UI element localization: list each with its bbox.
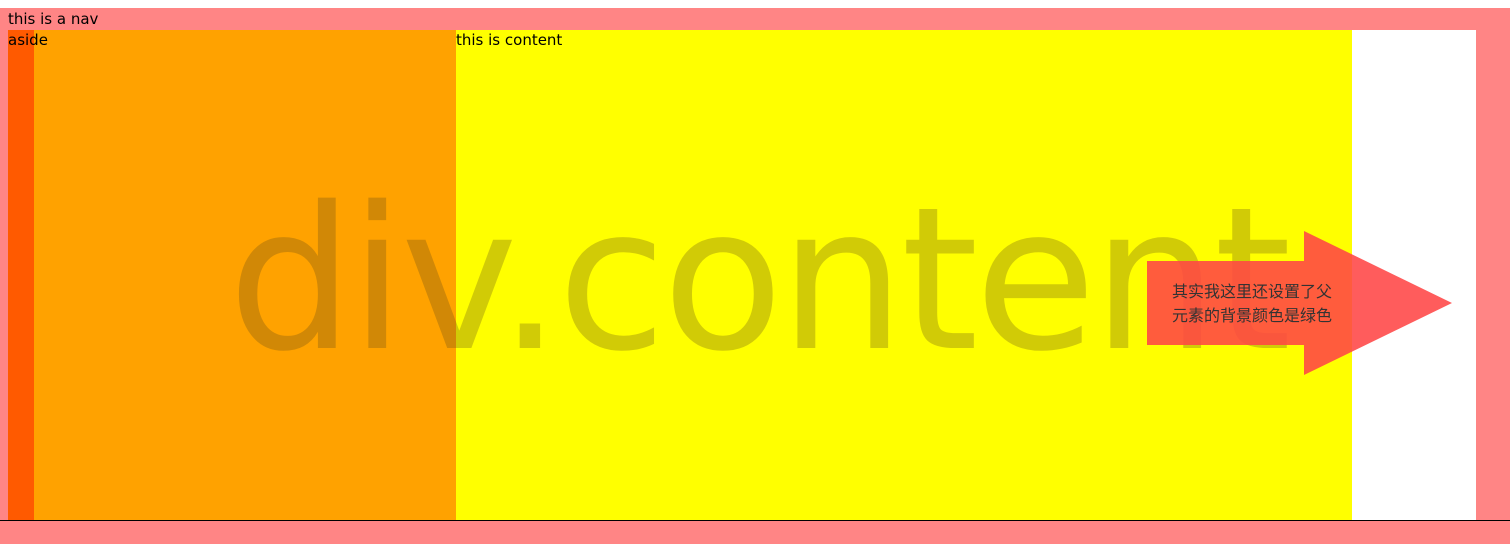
frame-right-border	[1476, 30, 1510, 520]
content-label: this is content	[456, 31, 563, 49]
aside-edge-strip	[8, 30, 34, 520]
aside-label: aside	[8, 31, 48, 49]
footer-divider	[0, 520, 1510, 521]
callout-line-1: 其实我这里还设置了父	[1172, 282, 1333, 301]
nav-label: this is a nav	[8, 10, 99, 28]
footer-bar	[0, 520, 1510, 544]
arrow-callout-text: 其实我这里还设置了父 元素的背景颜色是绿色	[1172, 280, 1372, 328]
nav-bar	[0, 8, 1510, 30]
aside-panel	[8, 30, 456, 520]
callout-line-2: 元素的背景颜色是绿色	[1172, 306, 1333, 325]
page-canvas: this is a nav aside this is content div.…	[0, 0, 1510, 558]
frame-left-border	[0, 30, 8, 520]
